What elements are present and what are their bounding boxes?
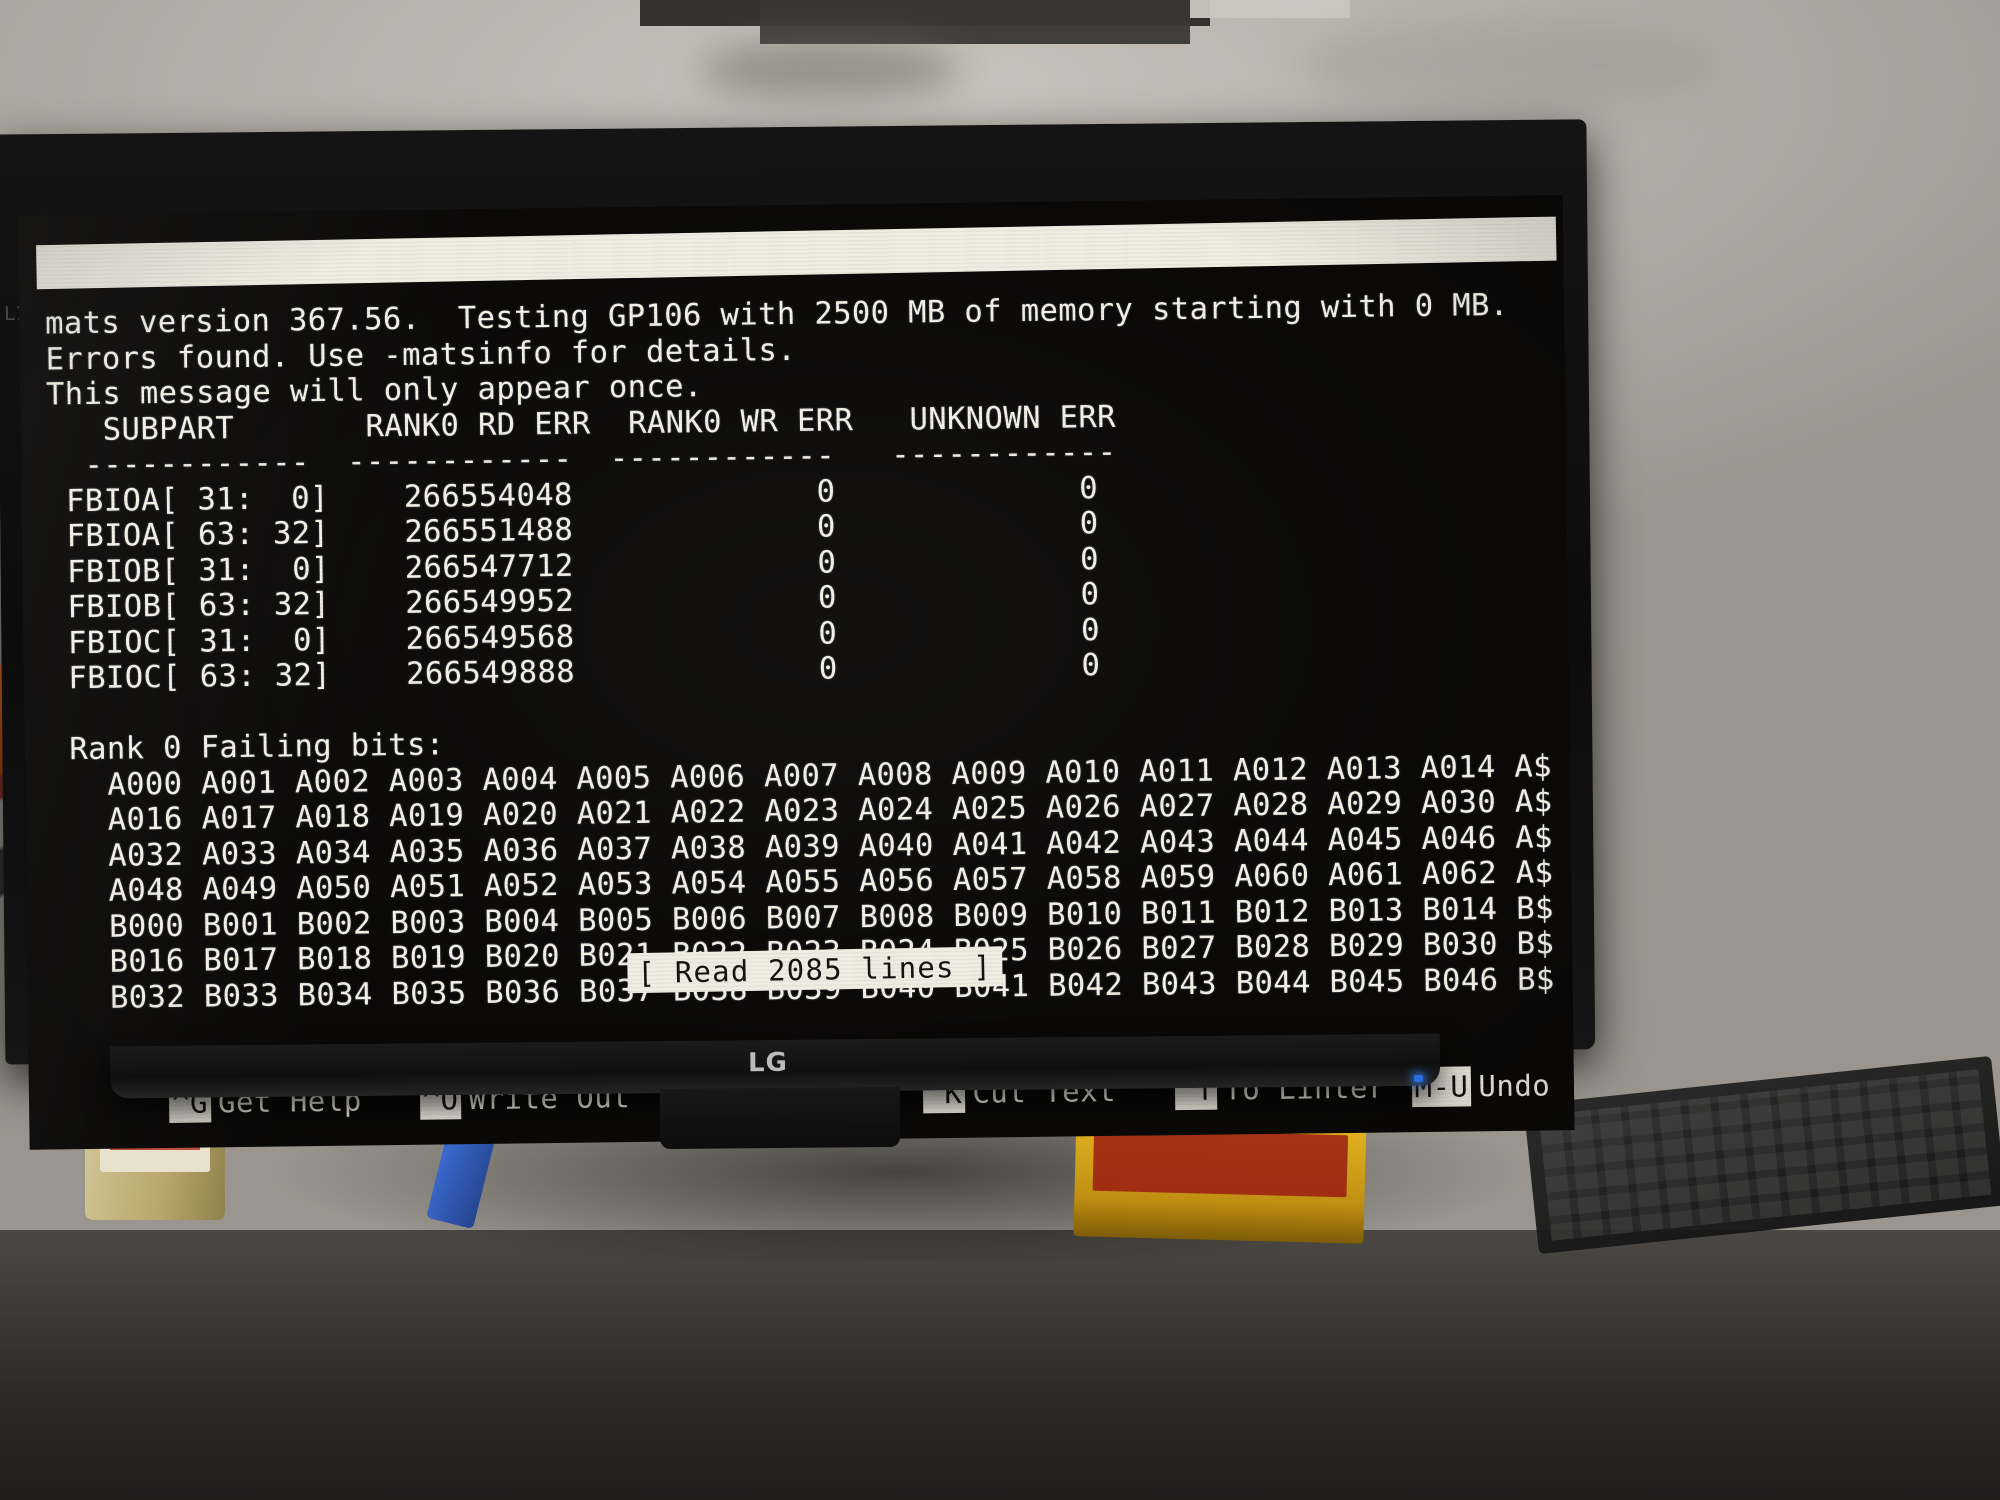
nano-status-message: [ Read 2085 lines ] (627, 946, 1003, 994)
wall-smudge (700, 40, 960, 100)
photograph-of-monitor: L194CW GNU nano 2.8.7 File: report.txt m… (0, 0, 2000, 1500)
monitor-brand-logo: LG (747, 1047, 789, 1079)
nano-terminal[interactable]: GNU nano 2.8.7 File: report.txt mats ver… (17, 195, 1575, 1150)
shortcut-label: Undo (1478, 1068, 1551, 1104)
monitor-stand-neck (659, 1086, 901, 1150)
nano-version-label: GNU nano 2.8.7 (67, 283, 350, 289)
power-led-indicator (1414, 1075, 1423, 1082)
floor-area (0, 1230, 2000, 1500)
monitor-bezel: L194CW GNU nano 2.8.7 File: report.txt m… (0, 119, 1596, 1150)
wall-tape-patch-2 (760, 0, 1190, 44)
nano-text-area[interactable]: mats version 367.56. Testing GP106 with … (45, 287, 1564, 1016)
wall-tape-strip (1190, 0, 1350, 18)
monitor-screen: GNU nano 2.8.7 File: report.txt mats ver… (17, 195, 1575, 1150)
wall-smudge-2 (1300, 20, 1720, 110)
nano-title-bar: GNU nano 2.8.7 File: report.txt (36, 216, 1557, 290)
